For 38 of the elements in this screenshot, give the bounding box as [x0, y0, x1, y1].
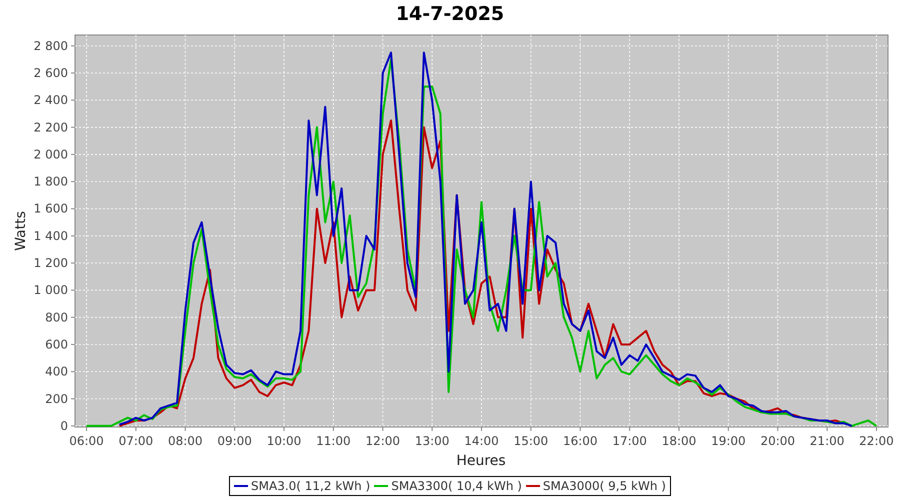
- tick-label: 400: [45, 364, 68, 379]
- tick-label: 1 400: [34, 228, 68, 243]
- tick-label: 600: [45, 337, 68, 352]
- tick-label: 2 600: [34, 66, 68, 80]
- y-axis-label: Watts: [13, 211, 29, 251]
- tick-label: 200: [45, 392, 68, 406]
- tick-label: 17:00: [612, 434, 647, 448]
- tick-label: 12:00: [365, 434, 400, 448]
- tick-label: 2 000: [34, 147, 68, 162]
- tick-label: 800: [45, 310, 68, 324]
- tick-label: 0: [60, 418, 68, 433]
- legend-label: SMA3000( 9,5 kWh ): [542, 479, 666, 493]
- tick-label: 16:00: [562, 434, 598, 448]
- tick-label: 06:00: [69, 434, 104, 448]
- tick-label: 1 800: [34, 174, 68, 189]
- legend-label: SMA3300( 10,4 kWh ): [391, 479, 522, 493]
- tick-label: 21:00: [810, 434, 844, 448]
- tick-label: 13:00: [414, 434, 450, 448]
- tick-label: 1 600: [34, 202, 68, 216]
- x-axis-label: Heures: [456, 453, 506, 469]
- tick-label: 1 200: [34, 256, 68, 270]
- tick-label: 08:00: [168, 434, 203, 448]
- tick-label: 1 000: [34, 283, 68, 298]
- tick-label: 2 200: [34, 120, 68, 134]
- tick-label: 15:00: [514, 434, 548, 448]
- tick-label: 09:00: [217, 434, 252, 448]
- chart-title: 14-7-2025: [394, 2, 506, 27]
- tick-label: 11:00: [316, 434, 351, 448]
- tick-label: 19:00: [711, 434, 746, 448]
- tick-label: 14:00: [464, 434, 499, 448]
- tick-label: 18:00: [662, 434, 696, 448]
- tick-label: 2 800: [34, 38, 68, 53]
- legend-label: SMA3.0( 11,2 kWh ): [251, 479, 370, 493]
- tick-label: 20:00: [760, 434, 796, 448]
- tick-label: 10:00: [266, 434, 302, 448]
- tick-label: 2 400: [34, 93, 68, 108]
- tick-label: 07:00: [118, 434, 154, 448]
- tick-label: 22:00: [859, 434, 894, 448]
